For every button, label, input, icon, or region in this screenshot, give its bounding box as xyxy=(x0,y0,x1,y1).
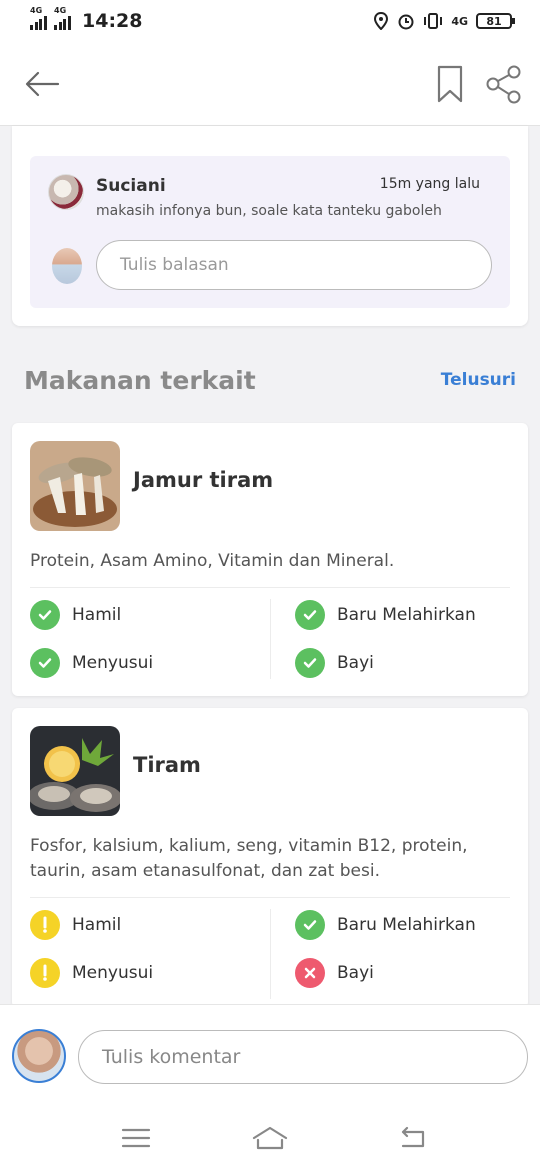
avatar xyxy=(52,248,82,284)
food-description: Fosfor, kalsium, kalium, seng, vitamin B… xyxy=(30,836,468,881)
avatar[interactable] xyxy=(48,174,84,210)
vibrate-icon xyxy=(424,13,443,29)
food-name: Jamur tiram xyxy=(133,468,274,492)
status-pregnant: Hamil xyxy=(30,600,121,630)
status-postpartum: Baru Melahirkan xyxy=(295,600,476,630)
status-postpartum: Baru Melahirkan xyxy=(295,910,476,940)
app-bar xyxy=(0,42,540,126)
comment-author[interactable]: Suciani xyxy=(96,176,166,196)
comment-input[interactable]: Tulis komentar xyxy=(78,1030,528,1084)
check-icon xyxy=(30,648,60,678)
share-icon[interactable] xyxy=(484,64,524,104)
food-card[interactable]: Jamur tiram Protein, Asam Amino, Vitamin… xyxy=(12,423,528,696)
comment-thread: Suciani 15m yang lalu makasih infonya bu… xyxy=(30,156,510,308)
comment-card: Suciani 15m yang lalu makasih infonya bu… xyxy=(12,126,528,326)
section-title: Makanan terkait xyxy=(24,366,256,395)
alarm-icon xyxy=(398,14,414,30)
divider xyxy=(270,599,271,679)
clock-time: 14:28 xyxy=(82,10,143,32)
browse-link[interactable]: Telusuri xyxy=(441,370,516,390)
check-icon xyxy=(30,600,60,630)
status-label: Menyusui xyxy=(72,653,154,673)
status-bar: 4G 4G 14:28 4G 81 xyxy=(0,0,540,42)
signal-icon: 4G xyxy=(30,6,48,30)
status-baby: Bayi xyxy=(295,958,374,988)
location-icon xyxy=(374,12,389,30)
arrow-left-icon[interactable] xyxy=(22,66,62,102)
menu-icon[interactable] xyxy=(118,1124,154,1152)
status-label: Bayi xyxy=(337,653,374,673)
check-icon xyxy=(295,910,325,940)
divider xyxy=(30,587,510,588)
comment-bar: Tulis komentar xyxy=(0,1004,540,1106)
system-nav-bar xyxy=(0,1106,540,1170)
network-type: 4G xyxy=(451,14,468,28)
food-image-mushroom xyxy=(30,441,120,531)
avatar[interactable] xyxy=(12,1029,66,1083)
food-card[interactable]: Tiram Fosfor, kalsium, kalium, seng, vit… xyxy=(12,708,528,1008)
status-label: Hamil xyxy=(72,605,122,625)
status-label: Hamil xyxy=(72,915,122,935)
status-label: Bayi xyxy=(337,963,374,983)
battery-icon: 81 xyxy=(476,13,515,29)
bookmark-icon[interactable] xyxy=(436,64,464,104)
divider xyxy=(270,909,271,999)
home-icon[interactable] xyxy=(252,1124,288,1152)
check-icon xyxy=(295,600,325,630)
comment-text: makasih infonya bun, soale kata tanteku … xyxy=(96,203,442,219)
status-label: Baru Melahirkan xyxy=(337,605,476,625)
status-breastfeeding: Menyusui xyxy=(30,648,153,678)
status-breastfeeding: Menyusui xyxy=(30,958,153,988)
signal-icon: 4G xyxy=(54,6,72,30)
status-label: Baru Melahirkan xyxy=(337,915,476,935)
back-nav-icon[interactable] xyxy=(394,1124,430,1152)
divider xyxy=(30,897,510,898)
comment-time: 15m yang lalu xyxy=(379,176,480,192)
cross-icon xyxy=(295,958,325,988)
status-label: Menyusui xyxy=(72,963,154,983)
food-image-oyster xyxy=(30,726,120,816)
exclamation-icon xyxy=(30,958,60,988)
reply-input[interactable]: Tulis balasan xyxy=(96,240,492,290)
status-baby: Bayi xyxy=(295,648,374,678)
exclamation-icon xyxy=(30,910,60,940)
food-name: Tiram xyxy=(133,753,201,777)
food-description: Protein, Asam Amino, Vitamin dan Mineral… xyxy=(30,551,395,571)
status-pregnant: Hamil xyxy=(30,910,121,940)
check-icon xyxy=(295,648,325,678)
